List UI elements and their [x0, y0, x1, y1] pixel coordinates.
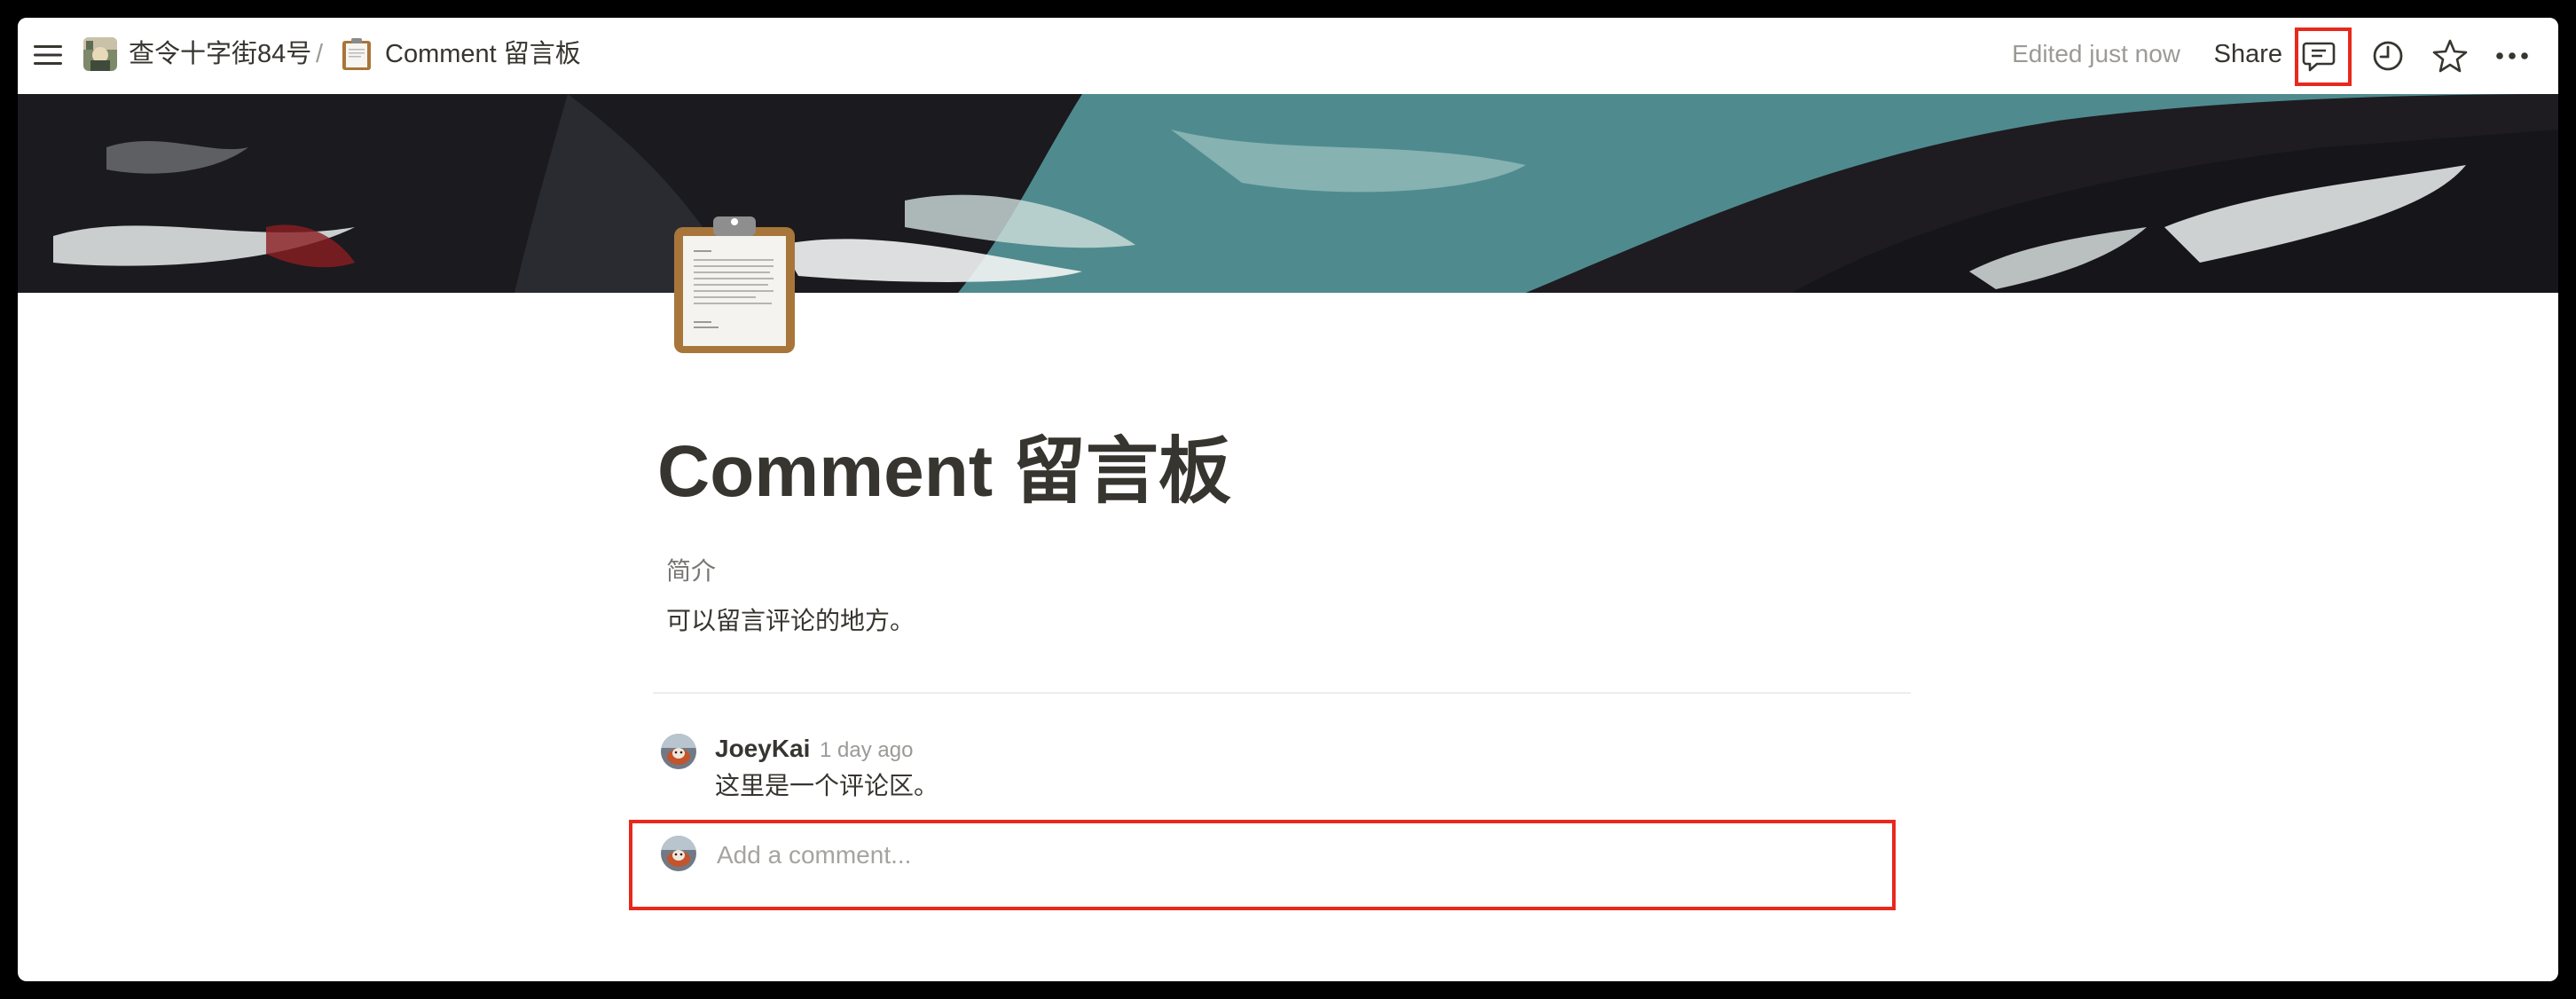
- top-bar: 查令十字街84号 / Comment 留言板 Edited just now S…: [18, 18, 2558, 94]
- comment-text: 这里是一个评论区。: [715, 772, 939, 799]
- star-icon[interactable]: [2430, 35, 2470, 76]
- cover-image: [18, 94, 2558, 293]
- workspace-icon[interactable]: [83, 37, 117, 71]
- app-window: 查令十字街84号 / Comment 留言板 Edited just now S…: [18, 18, 2558, 981]
- breadcrumb-workspace[interactable]: 查令十字街84号: [129, 35, 311, 73]
- divider: [653, 692, 1911, 694]
- comment-timestamp: 1 day ago: [820, 738, 914, 762]
- edited-status: Edited just now: [2012, 40, 2180, 67]
- clock-icon[interactable]: [2368, 35, 2408, 76]
- clipboard-icon: [342, 38, 371, 70]
- more-icon[interactable]: [2492, 35, 2533, 76]
- property-label[interactable]: 简介: [666, 554, 716, 589]
- add-comment-input[interactable]: [711, 836, 1875, 875]
- avatar: [661, 836, 696, 871]
- comment-author[interactable]: JoeyKai: [715, 731, 810, 767]
- breadcrumb-page[interactable]: Comment 留言板: [385, 35, 581, 73]
- share-button[interactable]: Share: [2214, 35, 2282, 73]
- page-title[interactable]: Comment 留言板: [657, 428, 1231, 516]
- avatar[interactable]: [661, 734, 696, 769]
- property-value[interactable]: 可以留言评论的地方。: [666, 603, 915, 639]
- clipboard-icon: [674, 216, 795, 353]
- breadcrumb-separator: /: [316, 40, 324, 68]
- comment-icon[interactable]: [2298, 35, 2339, 76]
- menu-icon[interactable]: [32, 39, 64, 71]
